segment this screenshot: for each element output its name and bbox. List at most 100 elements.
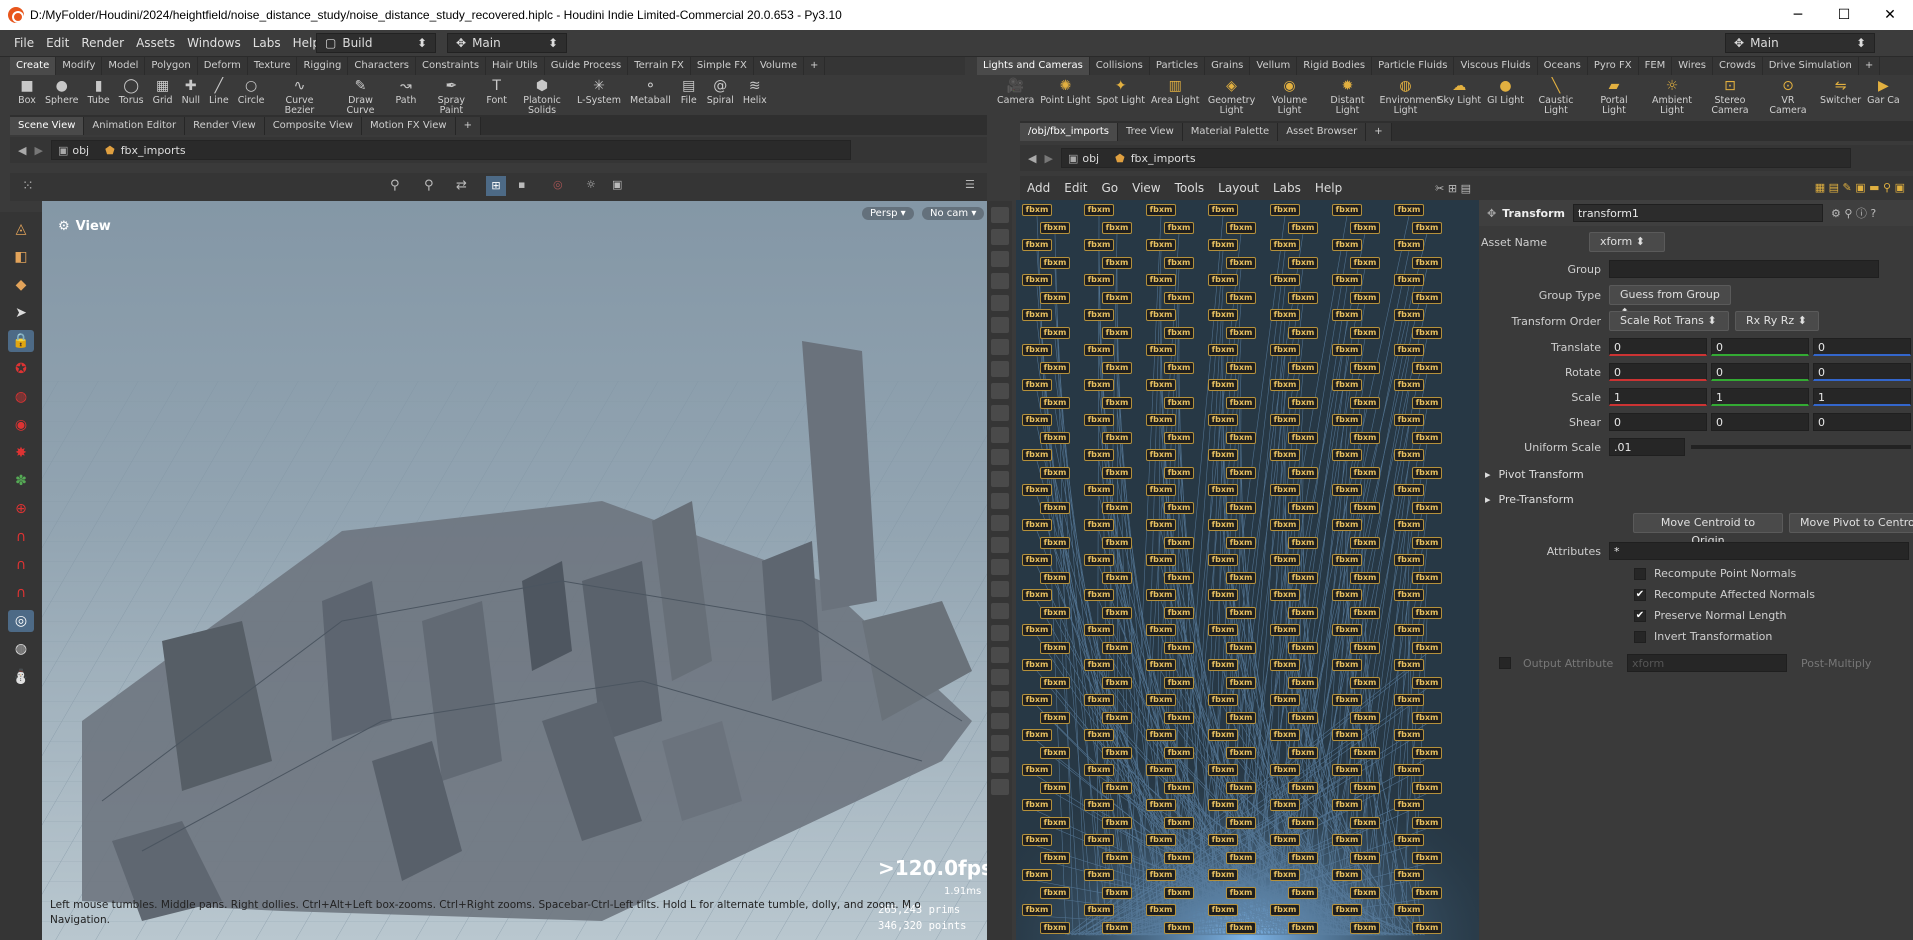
fbx-node[interactable]: fbxm [1164,396,1194,409]
scale-z[interactable]: 1 [1813,388,1911,406]
fbx-node[interactable]: fbxm [1270,344,1300,356]
fbx-node[interactable]: fbxm [1022,554,1052,566]
fbx-node[interactable]: fbxm [1164,501,1194,514]
shelf-tool-volume-light[interactable]: ◉ Volume Light [1264,75,1316,116]
fbx-node[interactable]: fbxm [1226,746,1256,759]
snap-point-icon[interactable]: ⊞ [486,176,506,196]
parm-gear-icon[interactable]: ⚙ ⚲ ⓘ ? [1831,205,1876,221]
fbx-node[interactable]: fbxm [1208,624,1238,636]
fbx-node[interactable]: fbxm [1022,379,1052,391]
fbx-node[interactable]: fbxm [1102,676,1132,689]
fbx-node[interactable]: fbxm [1332,904,1362,916]
fbx-node[interactable]: fbxm [1084,589,1114,601]
fbx-node[interactable]: fbxm [1394,274,1424,286]
fbx-node[interactable]: fbxm [1164,466,1194,479]
pane-tab-scene-view[interactable]: Scene View [10,117,85,135]
fbx-node[interactable]: fbxm [1332,589,1362,601]
display-option-icon[interactable] [990,647,1009,663]
pivot-transform-folder[interactable]: ▸ Pivot Transform [1485,468,1584,481]
fbx-node[interactable]: fbxm [1084,519,1114,531]
fbx-node[interactable]: fbxm [1288,781,1318,794]
fbx-node[interactable]: fbxm [1208,344,1238,356]
fbx-node[interactable]: fbxm [1022,309,1052,321]
fbx-node[interactable]: fbxm [1394,799,1424,811]
fbx-node[interactable]: fbxm [1332,694,1362,706]
fbx-node[interactable]: fbxm [1040,221,1070,234]
fbx-node[interactable]: fbxm [1084,764,1114,776]
fbx-node[interactable]: fbxm [1208,764,1238,776]
move-tool-icon[interactable]: ◧ [8,246,34,268]
pane-tab-animation-editor[interactable]: Animation Editor [84,117,186,135]
fbx-node[interactable]: fbxm [1226,501,1256,514]
shelf-tool-portal-light[interactable]: ▰ Portal Light [1588,75,1640,116]
fbx-node[interactable]: fbxm [1332,869,1362,881]
fbx-node[interactable]: fbxm [1102,711,1132,724]
fbx-node[interactable]: fbxm [1040,431,1070,444]
shelf-tool-sky-light[interactable]: ☁ Sky Light [1438,75,1482,106]
fbx-node[interactable]: fbxm [1102,501,1132,514]
shelf-tab-grains[interactable]: Grains [1205,57,1251,75]
fbx-node[interactable]: fbxm [1412,886,1442,899]
fbx-node[interactable]: fbxm [1270,519,1300,531]
fbx-node[interactable]: fbxm [1394,729,1424,741]
main-select-left[interactable]: ✥ Main ⬍ [447,33,567,53]
pre-transform-folder[interactable]: ▸ Pre-Transform [1485,493,1574,506]
visibility-icon[interactable]: ☼ [586,178,596,191]
fbx-node[interactable]: fbxm [1412,711,1442,724]
fbx-node[interactable]: fbxm [1270,694,1300,706]
shelf-tab-characters[interactable]: Characters [348,57,416,75]
fbx-node[interactable]: fbxm [1040,571,1070,584]
fbx-node[interactable]: fbxm [1164,641,1194,654]
menu-edit[interactable]: Edit [40,36,75,50]
fbx-node[interactable]: fbxm [1394,204,1424,216]
fbx-node[interactable]: fbxm [1208,799,1238,811]
fbx-node[interactable]: fbxm [1412,781,1442,794]
fbx-node[interactable]: fbxm [1270,589,1300,601]
shelf-tab-deform[interactable]: Deform [198,57,248,75]
fbx-node[interactable]: fbxm [1040,256,1070,269]
shelf-tool-distant-light[interactable]: ✹ Distant Light [1322,75,1374,116]
fbx-node[interactable]: fbxm [1270,449,1300,461]
shelf-tab-vellum[interactable]: Vellum [1250,57,1298,75]
fbx-node[interactable]: fbxm [1332,519,1362,531]
fbx-node[interactable]: fbxm [1412,396,1442,409]
shelf-tab-fem[interactable]: FEM [1639,57,1673,75]
fbx-node[interactable]: fbxm [1022,834,1052,846]
fbx-node[interactable]: fbxm [1102,221,1132,234]
fbx-node[interactable]: fbxm [1102,746,1132,759]
fbx-node[interactable]: fbxm [1350,431,1380,444]
fbx-node[interactable]: fbxm [1146,309,1176,321]
fbx-node[interactable]: fbxm [1226,291,1256,304]
fbx-node[interactable]: fbxm [1288,851,1318,864]
fbx-node[interactable]: fbxm [1226,816,1256,829]
output-attribute-field[interactable]: xform [1627,654,1787,672]
fbx-node[interactable]: fbxm [1350,256,1380,269]
shelf-tool-caustic-light[interactable]: ╲ Caustic Light [1530,75,1582,116]
display-option-icon[interactable] [990,603,1009,619]
fbx-node[interactable]: fbxm [1040,501,1070,514]
menu-file[interactable]: File [8,36,40,50]
fbx-node[interactable]: fbxm [1084,869,1114,881]
net-menu-help[interactable]: Help [1308,181,1349,195]
display-option-icon[interactable] [990,757,1009,773]
fbx-node[interactable]: fbxm [1146,589,1176,601]
grid-dots-icon[interactable]: ⁙ [22,178,34,194]
fbx-node[interactable]: fbxm [1022,659,1052,671]
fbx-node[interactable]: fbxm [1394,694,1424,706]
fbx-node[interactable]: fbxm [1146,764,1176,776]
fbx-node[interactable]: fbxm [1270,624,1300,636]
translate-y[interactable]: 0 [1711,338,1809,356]
fbx-node[interactable]: fbxm [1412,676,1442,689]
fbx-node[interactable]: fbxm [1022,344,1052,356]
rotate-z[interactable]: 0 [1813,363,1911,381]
fbx-node[interactable]: fbxm [1208,904,1238,916]
fbx-node[interactable]: fbxm [1022,519,1052,531]
fbx-node[interactable]: fbxm [1164,361,1194,374]
fbx-node[interactable]: fbxm [1288,221,1318,234]
fbx-node[interactable]: fbxm [1394,589,1424,601]
display-option-icon[interactable] [990,581,1009,597]
fbx-node[interactable]: fbxm [1102,466,1132,479]
fbx-node[interactable]: fbxm [1164,571,1194,584]
fbx-node[interactable]: fbxm [1084,414,1114,426]
fbx-node[interactable]: fbxm [1102,921,1132,934]
